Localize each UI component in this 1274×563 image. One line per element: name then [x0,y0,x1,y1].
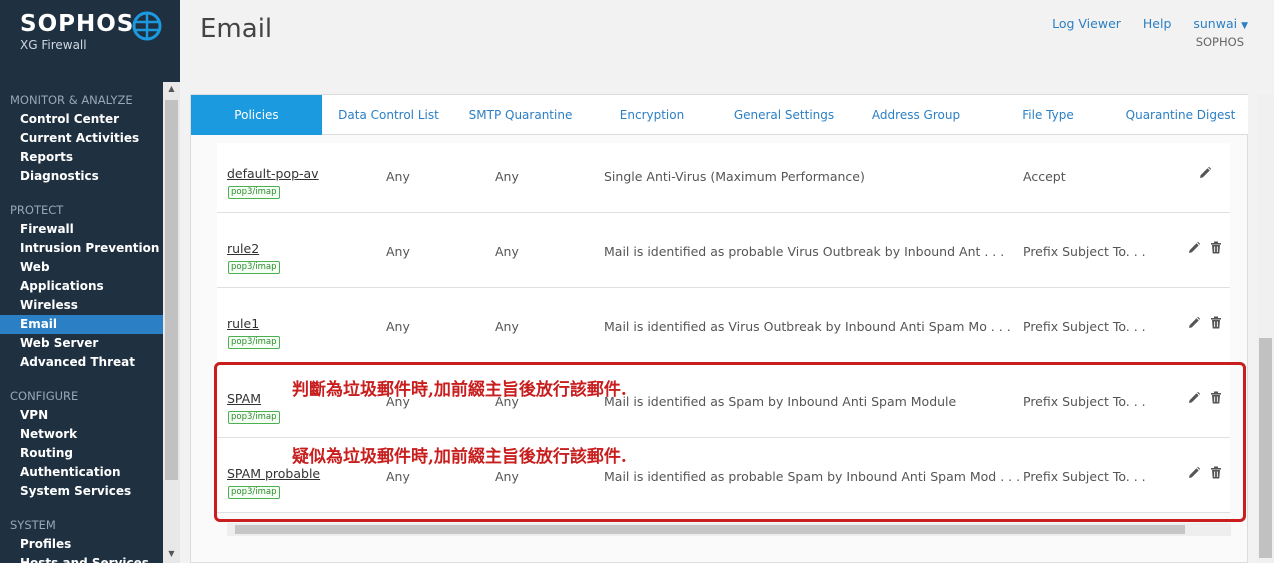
sidebar-scrollbar[interactable]: ▲ ▼ [163,82,180,563]
sidebar-item-intrusion-prevention[interactable]: Intrusion Prevention [0,239,163,258]
scrollbar-thumb[interactable] [235,525,1185,534]
sidebar: SOPHOS XG Firewall MONITOR & ANALYZE Cont… [0,0,180,563]
nav-section-title: SYSTEM [10,518,56,532]
tab-general-settings[interactable]: General Settings [718,95,850,135]
sidebar-item-web[interactable]: Web [0,258,163,277]
policy-action: Prefix Subject To. . . [1023,244,1146,259]
policy-name-link[interactable]: rule2 [227,241,259,256]
nav-section-title: CONFIGURE [10,389,79,403]
log-viewer-link[interactable]: Log Viewer [1052,16,1121,31]
delete-icon[interactable] [1210,316,1222,332]
horizontal-scrollbar[interactable] [227,523,1231,536]
sidebar-item-vpn[interactable]: VPN [0,406,163,425]
policy-to: Any [495,244,519,259]
sidebar-nav: MONITOR & ANALYZE Control Center Current A… [0,91,163,563]
help-link[interactable]: Help [1143,16,1172,31]
sidebar-item-hosts-and-services[interactable]: Hosts and Services [0,554,163,563]
tab-encryption[interactable]: Encryption [586,95,718,135]
delete-icon[interactable] [1210,241,1222,257]
user-menu[interactable]: sunwai ▼ [1193,16,1248,31]
scrollbar-thumb[interactable] [165,100,178,480]
sidebar-item-applications[interactable]: Applications [0,277,163,296]
sidebar-item-web-server[interactable]: Web Server [0,334,163,353]
sidebar-item-routing[interactable]: Routing [0,444,163,463]
table-row: default-pop-av pop3/imap Any Any Single Anti… [217,143,1230,213]
policy-name-link[interactable]: default-pop-av [227,166,319,181]
policy-action: Accept [1023,169,1066,184]
chevron-down-icon: ▼ [1241,21,1248,31]
policy-description: Mail is identified as Virus Outbreak by … [604,319,1011,334]
brand-name: SOPHOS [20,11,135,37]
sidebar-item-firewall[interactable]: Firewall [0,220,163,239]
edit-icon[interactable] [1187,241,1201,258]
sidebar-item-current-activities[interactable]: Current Activities [0,129,163,148]
tab-smtp-quarantine[interactable]: SMTP Quarantine [455,95,586,135]
protocol-badge: pop3/imap [228,261,280,274]
sidebar-item-network[interactable]: Network [0,425,163,444]
sidebar-item-system-services[interactable]: System Services [0,482,163,501]
scroll-down-icon[interactable]: ▼ [163,549,180,558]
protocol-badge: pop3/imap [228,336,280,349]
policy-name-link[interactable]: rule1 [227,316,259,331]
sidebar-item-control-center[interactable]: Control Center [0,110,163,129]
content-scrollbar[interactable] [1257,94,1274,563]
org-name: SOPHOS [1195,35,1244,49]
sidebar-item-reports[interactable]: Reports [0,148,163,167]
policy-from: Any [386,169,410,184]
annotation-note-spam: 判斷為垃圾郵件時,加前綴主旨後放行該郵件. [292,380,627,400]
sidebar-item-advanced-threat[interactable]: Advanced Threat [0,353,163,372]
sidebar-item-email[interactable]: Email [0,315,163,334]
page-title: Email [200,14,273,44]
tab-quarantine-digest[interactable]: Quarantine Digest [1114,95,1247,135]
scroll-up-icon[interactable]: ▲ [163,84,180,93]
policy-description: Single Anti-Virus (Maximum Performance) [604,169,865,184]
tab-policies[interactable]: Policies [191,95,322,135]
tab-bar: Policies Data Control List SMTP Quarantine… [191,95,1248,135]
brand-product: XG Firewall [20,38,87,52]
annotation-note-spam-probable: 疑似為垃圾郵件時,加前綴主旨後放行該郵件. [292,447,627,467]
protocol-badge: pop3/imap [228,186,280,199]
sidebar-item-diagnostics[interactable]: Diagnostics [0,167,163,186]
top-links: Log Viewer Help sunwai ▼ [1034,16,1248,31]
table-row: rule1 pop3/imap Any Any Mail is identified a… [217,288,1230,363]
brand: SOPHOS XG Firewall [20,11,134,52]
policy-to: Any [495,169,519,184]
user-name: sunwai [1193,16,1238,31]
nav-section-title: PROTECT [10,203,64,217]
policy-action: Prefix Subject To. . . [1023,319,1146,334]
sidebar-item-authentication[interactable]: Authentication [0,463,163,482]
sidebar-item-profiles[interactable]: Profiles [0,535,163,554]
policy-description: Mail is identified as probable Virus Out… [604,244,1005,259]
tab-file-type[interactable]: File Type [982,95,1114,135]
sophos-globe-icon [132,11,162,41]
sidebar-item-wireless[interactable]: Wireless [0,296,163,315]
table-row: rule2 pop3/imap Any Any Mail is identified a… [217,213,1230,288]
nav-section-title: MONITOR & ANALYZE [10,93,133,107]
tab-address-group[interactable]: Address Group [850,95,982,135]
edit-icon[interactable] [1198,166,1212,183]
policy-from: Any [386,319,410,334]
policy-from: Any [386,244,410,259]
tab-data-control-list[interactable]: Data Control List [322,95,455,135]
edit-icon[interactable] [1187,316,1201,333]
scrollbar-thumb[interactable] [1259,338,1272,558]
policy-to: Any [495,319,519,334]
